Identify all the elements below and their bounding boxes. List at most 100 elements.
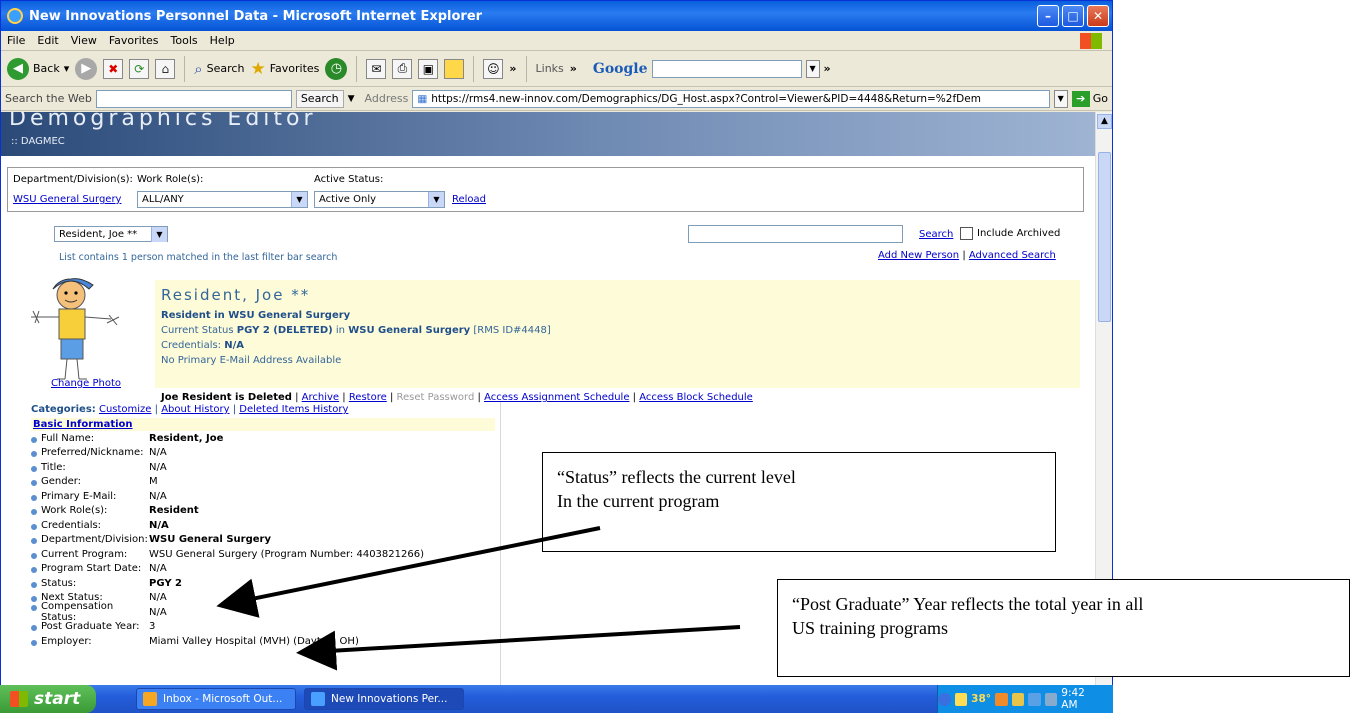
archive-link[interactable]: Archive <box>302 392 339 403</box>
mail-icon[interactable]: ✉ <box>366 58 387 79</box>
volume-icon[interactable] <box>1044 692 1058 706</box>
ie-task-icon <box>311 692 325 706</box>
info-row-key: Full Name: <box>31 433 149 444</box>
address-dropdown-icon[interactable]: ▼ <box>1053 89 1068 108</box>
active-status-select[interactable]: Active Only ▼ <box>314 191 445 208</box>
google-logo[interactable]: Google <box>593 61 648 77</box>
menu-tools[interactable]: Tools <box>171 34 198 47</box>
access-assignment-link[interactable]: Access Assignment Schedule <box>484 392 629 403</box>
google-chevron-icon[interactable]: » <box>824 62 831 75</box>
menu-edit[interactable]: Edit <box>37 34 58 47</box>
refresh-icon[interactable]: ⟳ <box>129 58 150 79</box>
info-row-value: M <box>149 476 158 488</box>
tray-arrow-icon[interactable] <box>938 692 951 706</box>
work-role-select[interactable]: ALL/ANY ▼ <box>137 191 308 208</box>
basic-information-rows: Full Name: Resident, Joe Preferred/Nicknam… <box>31 431 495 649</box>
change-photo-link[interactable]: Change Photo <box>51 378 121 389</box>
tray-user-icon[interactable] <box>1011 692 1025 706</box>
person-name: Resident, Joe ** <box>161 286 311 304</box>
go-button[interactable]: ➔ Go <box>1071 90 1108 107</box>
start-button[interactable]: start <box>0 685 96 713</box>
maximize-button[interactable]: □ <box>1062 5 1084 27</box>
menu-help[interactable]: Help <box>210 34 235 47</box>
search-button[interactable]: ⌕ Search <box>194 60 244 78</box>
chevron-down-icon: ▼ <box>428 192 444 207</box>
avatar <box>31 277 141 385</box>
info-row: Full Name: Resident, Joe <box>31 431 495 446</box>
mail-tray-icon[interactable] <box>954 692 968 706</box>
edit-icon[interactable]: ▣ <box>418 58 439 79</box>
weather-temp[interactable]: 38° <box>971 693 991 705</box>
info-row-key: Compensation Status: <box>31 601 149 623</box>
status-annotation: “Status” reflects the current level In t… <box>542 452 1056 552</box>
star-icon: ★ <box>250 58 266 79</box>
reload-link[interactable]: Reload <box>452 194 486 205</box>
history-icon[interactable]: ◷ <box>325 57 348 80</box>
close-button[interactable]: ✕ <box>1087 5 1109 27</box>
address-label: Address <box>364 92 409 105</box>
info-row: Program Start Date: N/A <box>31 562 495 577</box>
taskbar-item-ie[interactable]: New Innovations Per... <box>304 688 464 710</box>
system-tray: 38° 9:42 AM <box>937 685 1113 713</box>
banner-subtitle: :: DAGMEC <box>11 136 65 147</box>
search-web-button[interactable]: Search <box>295 89 344 108</box>
chevron-right-icon[interactable]: » <box>509 62 516 75</box>
info-row-value: N/A <box>149 563 167 575</box>
tray-app-icon[interactable] <box>995 692 1008 706</box>
access-block-link[interactable]: Access Block Schedule <box>639 392 753 403</box>
pgy-annotation-line2: US training programs <box>792 618 948 638</box>
toolbar-separator <box>356 55 358 82</box>
add-new-person-link[interactable]: Add New Person <box>878 250 959 261</box>
messenger-icon[interactable]: ☺ <box>483 58 504 79</box>
person-select[interactable]: Resident, Joe ** ▼ <box>54 226 168 242</box>
column-divider <box>500 402 501 685</box>
favorites-button[interactable]: ★ Favorites <box>250 59 319 79</box>
back-button[interactable]: ◀ Back ▾ <box>7 57 69 80</box>
status-annotation-line2: In the current program <box>557 491 720 511</box>
scroll-up-icon[interactable]: ▲ <box>1097 114 1112 129</box>
person-search-link[interactable]: Search <box>919 229 953 240</box>
start-label: start <box>34 689 81 709</box>
taskbar-item-outlook[interactable]: Inbox - Microsoft Out... <box>136 688 296 710</box>
about-history-link[interactable]: About History <box>161 404 229 415</box>
status-prefix: Current Status <box>161 325 234 336</box>
search-web-dropdown-icon[interactable]: ▼ <box>348 94 355 104</box>
menu-favorites[interactable]: Favorites <box>109 34 159 47</box>
info-row: Primary E-Mail: N/A <box>31 489 495 504</box>
google-search-input[interactable] <box>651 59 802 78</box>
menu-view[interactable]: View <box>71 34 97 47</box>
menu-file[interactable]: File <box>7 34 25 47</box>
outlook-icon <box>143 692 157 706</box>
pgy-annotation-line1: “Post Graduate” Year reflects the total … <box>792 594 1144 614</box>
address-field[interactable]: ▦ https://rms4.new-innov.com/Demographic… <box>412 89 1050 108</box>
include-archived-checkbox[interactable] <box>960 227 973 240</box>
rms-id: [RMS ID#4448] <box>473 325 551 336</box>
credentials-value: N/A <box>224 340 245 351</box>
folder-icon[interactable] <box>444 58 465 79</box>
info-row-key: Current Program: <box>31 549 149 560</box>
links-chevron-icon[interactable]: » <box>570 62 577 75</box>
customize-link[interactable]: Customize <box>99 404 152 415</box>
info-row-value: Miami Valley Hospital (MVH) (Dayton, OH) <box>149 635 359 647</box>
restore-link[interactable]: Restore <box>349 392 387 403</box>
person-search-input[interactable] <box>688 225 903 243</box>
info-row-value: N/A <box>149 592 167 604</box>
home-icon[interactable]: ⌂ <box>155 58 176 79</box>
search-web-input[interactable] <box>95 89 292 108</box>
advanced-search-link[interactable]: Advanced Search <box>969 250 1056 261</box>
network-icon[interactable] <box>1028 692 1041 706</box>
links-label[interactable]: Links <box>536 62 564 75</box>
print-icon[interactable]: ⎙ <box>392 58 413 79</box>
stop-icon[interactable]: ✖ <box>103 58 124 79</box>
deleted-history-link[interactable]: Deleted Items History <box>239 404 348 415</box>
google-dropdown-icon[interactable]: ▼ <box>805 59 820 78</box>
basic-information-header[interactable]: Basic Information <box>31 418 495 431</box>
info-row-value: WSU General Surgery (Program Number: 440… <box>149 548 424 560</box>
info-row-value: N/A <box>149 606 167 618</box>
forward-button[interactable]: ▶ <box>75 57 98 80</box>
scroll-thumb[interactable] <box>1098 152 1111 322</box>
minimize-button[interactable]: – <box>1037 5 1059 27</box>
chevron-down-icon: ▼ <box>151 227 167 242</box>
dept-link[interactable]: WSU General Surgery <box>13 194 121 205</box>
search-label: Search <box>206 62 245 75</box>
